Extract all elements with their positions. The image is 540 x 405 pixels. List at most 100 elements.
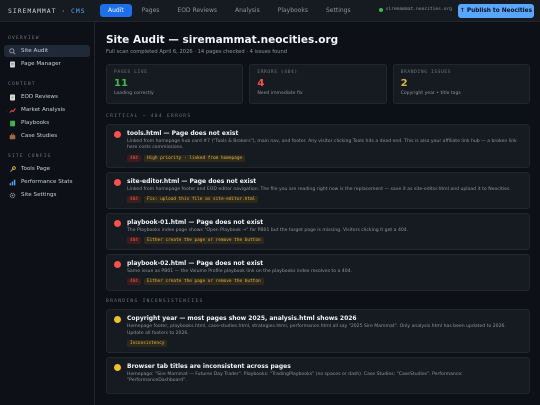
brand-separator: · — [56, 6, 72, 15]
sidebar-item-playbooks[interactable]: Playbooks — [4, 117, 90, 129]
issue-title: playbook-02.html — Page does not exist — [127, 260, 264, 268]
tab-analysis[interactable]: Analysis — [227, 4, 268, 17]
issue-description: Linked from homepage footer and EOD edit… — [127, 186, 511, 192]
stat-value: 4 — [257, 78, 265, 89]
error-dot-icon — [114, 219, 121, 227]
status-badge: 404 — [127, 195, 141, 203]
issue-card[interactable]: playbook-01.html — Page does not exist T… — [106, 212, 530, 251]
sidebar-item-label: Tools Page — [21, 166, 51, 172]
main-content: Site Audit — siremammat.neocities.org Fu… — [96, 22, 540, 405]
stats-icon — [9, 179, 16, 186]
fix-badge: Fix: upload this file as site-editor.htm… — [143, 195, 259, 203]
status-badge: 404 — [127, 154, 141, 162]
sidebar-item-performance-stats[interactable]: Performance Stats — [4, 176, 90, 188]
issue-description: The Playbooks index page shows "Open Pla… — [127, 227, 409, 233]
notes-icon — [9, 94, 16, 101]
sidebar-item-label: EOD Reviews — [21, 94, 58, 100]
stat-label: PAGES LIVE — [114, 70, 148, 75]
issue-card[interactable]: Copyright year — most pages show 2025, a… — [106, 309, 530, 354]
stat-card-errors: ERRORS (404) 4 Need immediate fix — [249, 64, 387, 104]
sidebar-item-label: Performance Stats — [21, 179, 73, 185]
error-dot-icon — [114, 178, 121, 186]
branding-section-heading: BRANDING INCONSISTENCIES — [106, 299, 204, 305]
book-icon — [9, 120, 16, 127]
issue-title: playbook-01.html — Page does not exist — [127, 218, 264, 226]
tab-audit[interactable]: Audit — [100, 4, 132, 17]
warning-dot-icon — [114, 364, 121, 372]
sidebar-heading-site-config: SITE CONFIG — [8, 154, 52, 159]
tab-settings[interactable]: Settings — [318, 4, 359, 17]
briefcase-icon — [9, 133, 16, 140]
status-badge: 404 — [127, 237, 141, 245]
stat-value: 11 — [114, 78, 128, 89]
search-icon — [9, 47, 16, 55]
issue-description: Same issue as PB01 — the Volume Profile … — [127, 269, 353, 275]
top-bar: SIREMAMMAT · CMS Audit Pages EOD Reviews… — [0, 0, 540, 22]
stat-card-branding: BRANDING ISSUES 2 Copyright year • title… — [392, 64, 530, 104]
critical-section-heading: CRITICAL — 404 ERRORS — [106, 114, 192, 119]
tab-playbooks[interactable]: Playbooks — [270, 4, 316, 17]
sidebar-item-label: Site Settings — [21, 192, 57, 198]
brand-name: SIREMAMMAT — [8, 6, 57, 15]
publish-button[interactable]: ↑ Publish to Neocities — [458, 4, 534, 18]
fix-badge: Either create the page or remove the but… — [143, 278, 264, 286]
sidebar-item-label: Playbooks — [21, 120, 50, 126]
chart-icon — [9, 107, 16, 114]
site-status: siremammat.neocities.org — [378, 7, 452, 12]
warning-dot-icon — [114, 316, 121, 324]
sidebar-item-label: Case Studies — [21, 133, 58, 139]
sidebar-item-eod-reviews[interactable]: EOD Reviews — [4, 91, 90, 103]
sidebar-item-label: Site Audit — [21, 48, 49, 54]
status-badge: 404 — [127, 278, 141, 286]
sidebar-heading-content: CONTENT — [8, 82, 36, 87]
issue-title: Copyright year — most pages show 2025, a… — [127, 315, 357, 323]
brand-logo[interactable]: SIREMAMMAT · CMS — [0, 7, 100, 15]
inconsistency-badge: Inconsistency — [127, 340, 168, 348]
issue-card[interactable]: playbook-02.html — Page does not exist S… — [106, 254, 530, 292]
sidebar: OVERVIEW Site Audit Page Manager CONTENT… — [0, 22, 95, 405]
issue-description: Homepage: "Sire Mammat — Futures Day Tra… — [127, 372, 463, 384]
sidebar-item-label: Page Manager — [21, 61, 61, 67]
sidebar-item-site-settings[interactable]: Site Settings — [4, 189, 90, 201]
stat-label: ERRORS (404) — [257, 70, 298, 75]
stat-note: Loading correctly — [114, 91, 154, 96]
site-url: siremammat.neocities.org — [385, 7, 452, 12]
wrench-icon — [9, 165, 16, 173]
status-dot-icon — [378, 7, 383, 12]
sidebar-item-case-studies[interactable]: Case Studies — [4, 130, 90, 142]
issue-title: tools.html — Page does not exist — [127, 130, 239, 137]
tab-pages[interactable]: Pages — [134, 4, 168, 17]
sidebar-item-page-manager[interactable]: Page Manager — [4, 58, 90, 70]
issue-title: Browser tab titles are inconsistent acro… — [127, 363, 291, 371]
stats-row: PAGES LIVE 11 Loading correctly ERRORS (… — [106, 64, 530, 104]
issue-description: Homepage footer, playbooks.html, case-st… — [127, 324, 506, 336]
page-subtitle: Full scan completed April 6, 2026 · 14 p… — [106, 49, 288, 55]
publish-label: Publish to Neocities — [466, 8, 533, 14]
stat-label: BRANDING ISSUES — [400, 70, 452, 75]
issue-card[interactable]: tools.html — Page does not exist Linked … — [106, 124, 530, 168]
issue-card[interactable]: Browser tab titles are inconsistent acro… — [106, 357, 530, 394]
sidebar-item-market-analysis[interactable]: Market Analysis — [4, 104, 90, 116]
main-nav: Audit Pages EOD Reviews Analysis Playboo… — [100, 4, 359, 17]
error-dot-icon — [114, 131, 121, 138]
brand-suffix: CMS — [71, 6, 86, 15]
error-dot-icon — [114, 261, 121, 269]
issue-card[interactable]: site-editor.html — Page does not exist L… — [106, 171, 530, 209]
issue-description: Linked from homepage hub card #7 ("Tools… — [127, 139, 517, 151]
tab-eod-reviews[interactable]: EOD Reviews — [169, 4, 225, 17]
gear-icon — [9, 192, 16, 199]
sidebar-item-site-audit[interactable]: Site Audit — [4, 45, 90, 57]
fix-badge: Either create the page or remove the but… — [143, 237, 264, 245]
page-icon — [9, 61, 16, 68]
sidebar-item-tools-page[interactable]: Tools Page — [4, 163, 90, 175]
stat-value: 2 — [400, 78, 408, 89]
issue-title: site-editor.html — Page does not exist — [127, 177, 257, 185]
page-title: Site Audit — siremammat.neocities.org — [106, 34, 339, 46]
sidebar-heading-overview: OVERVIEW — [8, 36, 40, 41]
fix-badge: High priority · linked from homepage — [143, 154, 246, 162]
upload-arrow-icon: ↑ — [459, 8, 465, 14]
stat-note: Copyright year • title tags — [400, 91, 461, 96]
stat-card-pages-live: PAGES LIVE 11 Loading correctly — [106, 64, 244, 104]
stat-note: Need immediate fix — [257, 91, 303, 96]
sidebar-item-label: Market Analysis — [21, 107, 66, 113]
